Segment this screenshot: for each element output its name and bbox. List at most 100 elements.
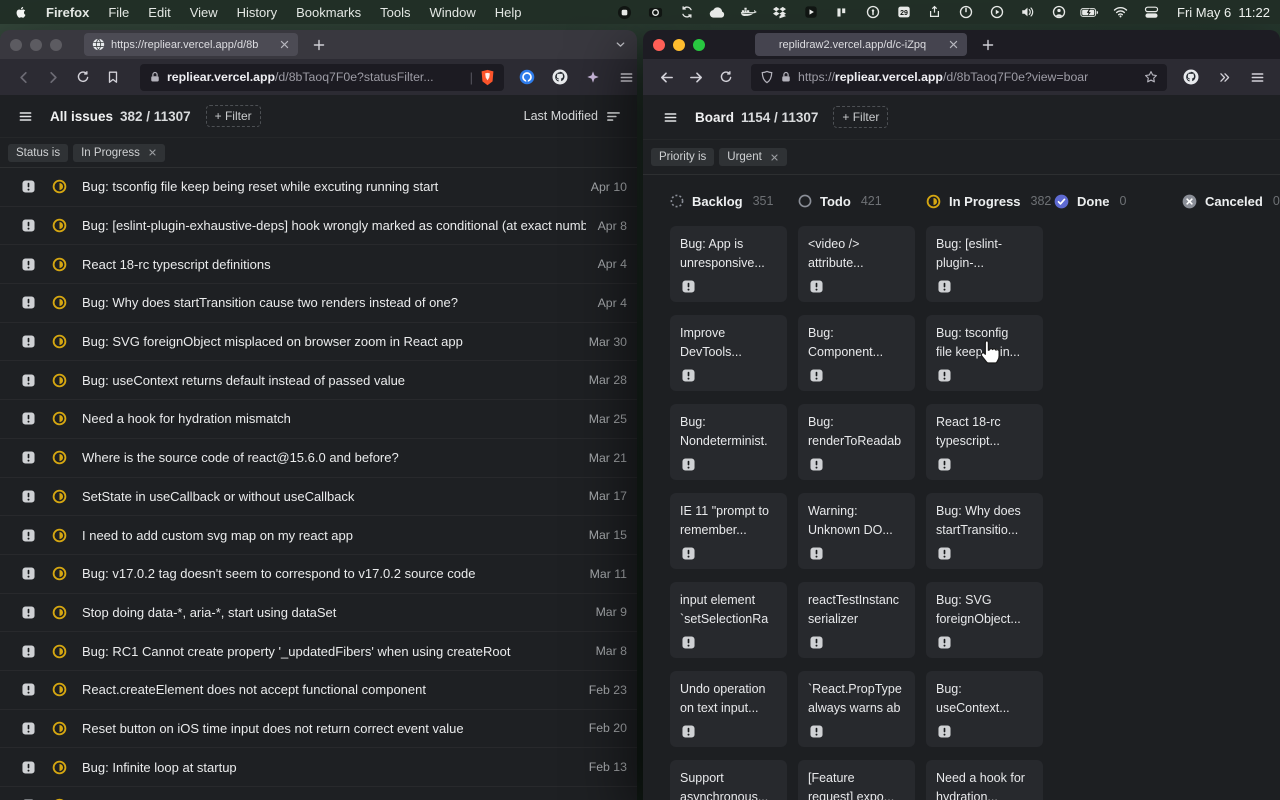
issue-row[interactable]: Where is the source code of react@15.6.0… — [0, 439, 637, 478]
minimize-window-button[interactable] — [30, 39, 42, 51]
issue-row[interactable]: Bug: useContext returns default instead … — [0, 361, 637, 400]
github-extension-icon[interactable] — [1178, 64, 1204, 90]
board-card[interactable]: Bug: renderToReadab — [798, 404, 915, 480]
sort-control[interactable]: Last Modified — [524, 109, 625, 124]
board-card[interactable]: [Feature request] expo... — [798, 760, 915, 800]
play-square-icon[interactable] — [801, 5, 820, 19]
keyhole-circle-icon[interactable] — [863, 5, 882, 19]
filter-chip[interactable]: Priority is — [651, 148, 714, 166]
menu-hamburger-icon[interactable] — [613, 64, 637, 90]
menu-file[interactable]: File — [108, 5, 129, 20]
issue-row[interactable]: Need a hook for hydration mismatch Mar 2… — [0, 400, 637, 439]
board-card[interactable]: Warning: Unknown DO... — [798, 493, 915, 569]
menu-edit[interactable]: Edit — [148, 5, 170, 20]
extension-sparkle-icon[interactable] — [580, 64, 606, 90]
power-circle-icon[interactable] — [956, 5, 975, 19]
issue-row[interactable]: Bug: RC1 Cannot create property '_update… — [0, 632, 637, 671]
close-window-button[interactable] — [10, 39, 22, 51]
github-extension-icon[interactable] — [547, 64, 573, 90]
cloud-icon[interactable] — [708, 6, 727, 19]
board-card[interactable]: Improve DevTools... — [670, 315, 787, 391]
back-button[interactable] — [10, 64, 36, 90]
board-card[interactable]: Bug: tsconfig file keep bein... — [926, 315, 1043, 391]
board-card[interactable]: reactTestInstanc serializer — [798, 582, 915, 658]
filter-chip[interactable]: Status is — [8, 144, 68, 162]
user-switch-icon[interactable] — [1142, 6, 1161, 19]
record-icon[interactable] — [615, 5, 634, 20]
browser-tab[interactable]: https://repliear.vercel.app/d/8b — [84, 33, 298, 56]
menu-window[interactable]: Window — [430, 5, 476, 20]
bookmark-star-icon[interactable] — [1144, 70, 1158, 84]
filter-chip[interactable]: Urgent — [719, 148, 787, 166]
new-tab-button[interactable] — [312, 38, 326, 52]
menu-view[interactable]: View — [190, 5, 218, 20]
play-circle-icon[interactable] — [987, 5, 1006, 19]
volume-icon[interactable] — [1018, 5, 1037, 19]
board-card[interactable]: `React.PropType always warns ab — [798, 671, 915, 747]
issue-row[interactable]: [DevTools Bug] Unsupported Bridge operat… — [0, 787, 637, 800]
reload-button[interactable] — [70, 64, 96, 90]
issue-row[interactable]: Bug: Infinite loop at startup Feb 13 — [0, 748, 637, 787]
issue-row[interactable]: Bug: tsconfig file keep being reset whil… — [0, 168, 637, 207]
back-button[interactable] — [653, 64, 679, 90]
share-icon[interactable] — [925, 5, 944, 19]
issue-row[interactable]: React 18-rc typescript definitions Apr 4 — [0, 245, 637, 284]
docker-icon[interactable] — [739, 6, 758, 18]
stats-bars-icon[interactable] — [832, 6, 851, 19]
new-tab-button[interactable] — [981, 38, 995, 52]
sync-arrows-icon[interactable] — [677, 5, 696, 19]
tracking-shield-icon[interactable] — [760, 70, 774, 84]
issue-row[interactable]: Stop doing data-*, aria-*, start using d… — [0, 594, 637, 633]
issue-row[interactable]: React.createElement does not accept func… — [0, 671, 637, 710]
address-bar[interactable]: https://repliear.vercel.app/d/8bTaoq7F0e… — [751, 64, 1167, 91]
menu-history[interactable]: History — [237, 5, 277, 20]
issue-row[interactable]: Bug: [eslint-plugin-exhaustive-deps] hoo… — [0, 207, 637, 246]
board-card[interactable]: Need a hook for hydration... — [926, 760, 1043, 800]
calendar-29-icon[interactable]: 29 — [894, 5, 913, 19]
chip-close-icon[interactable] — [770, 153, 779, 162]
add-filter-button[interactable]: + Filter — [206, 105, 261, 127]
menu-firefox[interactable]: Firefox — [46, 5, 89, 20]
bookmark-icon[interactable] — [100, 64, 126, 90]
forward-button[interactable] — [40, 64, 66, 90]
reload-button[interactable] — [713, 64, 739, 90]
tab-close-icon[interactable] — [279, 39, 290, 50]
battery-charging-icon[interactable] — [1080, 7, 1099, 18]
tab-overflow-chevron-icon[interactable] — [614, 38, 627, 51]
forward-button[interactable] — [683, 64, 709, 90]
issue-row[interactable]: I need to add custom svg map on my react… — [0, 516, 637, 555]
brave-shield-icon[interactable] — [480, 69, 495, 86]
person-circle-icon[interactable] — [1049, 5, 1068, 19]
issue-row[interactable]: Bug: SVG foreignObject misplaced on brow… — [0, 323, 637, 362]
menu-tools[interactable]: Tools — [380, 5, 410, 20]
app-menu-icon[interactable] — [663, 110, 678, 125]
address-bar[interactable]: repliear.vercel.app/d/8bTaoq7F0e?statusF… — [140, 64, 504, 91]
issue-row[interactable]: Bug: v17.0.2 tag doesn't seem to corresp… — [0, 555, 637, 594]
board-card[interactable]: Bug: Why does startTransitio... — [926, 493, 1043, 569]
issue-row[interactable]: Reset button on iOS time input does not … — [0, 710, 637, 749]
menu-bar-clock[interactable]: Fri May 6 11:22 — [1177, 5, 1270, 20]
apple-logo-icon[interactable] — [14, 5, 27, 20]
board-card[interactable]: Bug: useContext... — [926, 671, 1043, 747]
board-card[interactable]: <video /> attribute... — [798, 226, 915, 302]
board-card[interactable]: input element `setSelectionRa — [670, 582, 787, 658]
filter-chip[interactable]: In Progress — [73, 144, 165, 162]
issue-row[interactable]: SetState in useCallback or without useCa… — [0, 478, 637, 517]
minimize-window-button[interactable] — [673, 39, 685, 51]
board-card[interactable]: Bug: Component... — [798, 315, 915, 391]
board-card[interactable]: Undo operation on text input... — [670, 671, 787, 747]
zoom-window-button[interactable] — [50, 39, 62, 51]
dropbox-icon[interactable] — [770, 6, 789, 19]
overflow-chevrons-icon[interactable] — [1211, 64, 1237, 90]
menu-hamburger-icon[interactable] — [1244, 64, 1270, 90]
issue-row[interactable]: Bug: Why does startTransition cause two … — [0, 284, 637, 323]
board-card[interactable]: IE 11 "prompt to remember... — [670, 493, 787, 569]
zoom-window-button[interactable] — [693, 39, 705, 51]
menu-help[interactable]: Help — [495, 5, 522, 20]
menu-bookmarks[interactable]: Bookmarks — [296, 5, 361, 20]
add-filter-button[interactable]: + Filter — [833, 106, 888, 128]
board-card[interactable]: Bug: SVG foreignObject... — [926, 582, 1043, 658]
wifi-icon[interactable] — [1111, 6, 1130, 18]
board-card[interactable]: Bug: App is unresponsive... — [670, 226, 787, 302]
app-menu-icon[interactable] — [18, 109, 33, 124]
